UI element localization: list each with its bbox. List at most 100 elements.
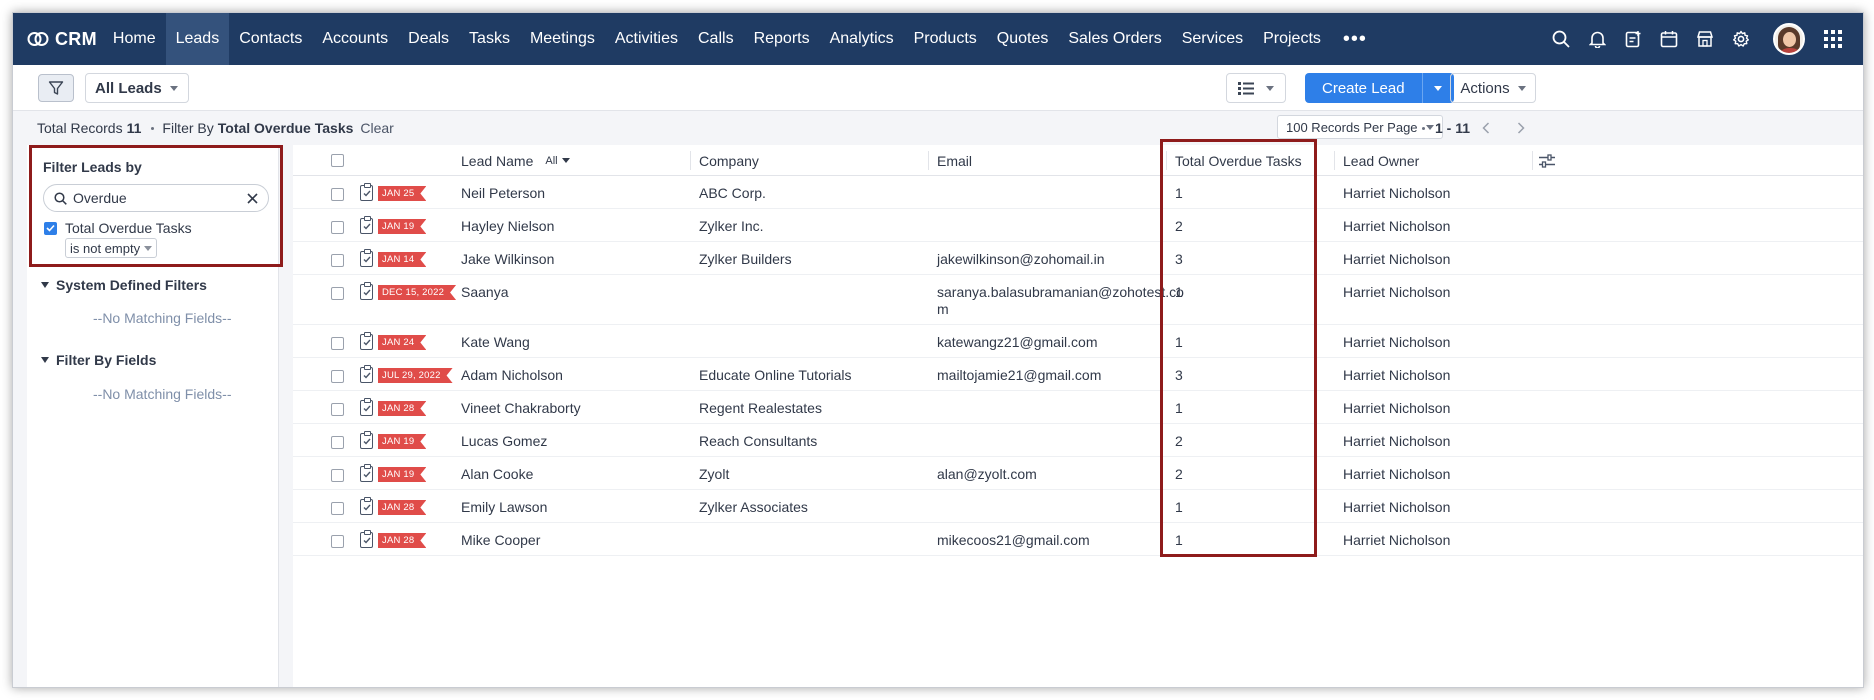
row-checkbox[interactable] bbox=[331, 436, 344, 449]
email-cell[interactable]: saranya.balasubramanian@zohotest.co m bbox=[937, 284, 1184, 318]
nav-item-leads[interactable]: Leads bbox=[165, 13, 230, 65]
task-icon[interactable] bbox=[360, 530, 373, 548]
table-row[interactable]: JAN 24 Kate Wang katewangz21@gmail.com 1 Har… bbox=[293, 325, 1863, 358]
lead-name-link[interactable]: Hayley Nielson bbox=[461, 218, 554, 235]
table-row[interactable]: JAN 28 Emily Lawson Zylker Associates 1 Harr… bbox=[293, 490, 1863, 523]
clear-filter-link[interactable]: Clear bbox=[360, 120, 393, 136]
row-checkbox[interactable] bbox=[331, 287, 344, 300]
crm-logo[interactable]: CRM bbox=[13, 13, 103, 65]
task-icon[interactable] bbox=[360, 183, 373, 201]
view-select[interactable]: All Leads bbox=[85, 73, 189, 103]
create-lead-button[interactable]: Create Lead bbox=[1305, 73, 1422, 103]
task-icon[interactable] bbox=[360, 398, 373, 416]
lead-name-link[interactable]: Adam Nicholson bbox=[461, 367, 563, 384]
table-row[interactable]: JAN 19 Hayley Nielson Zylker Inc. 2 Harriet … bbox=[293, 209, 1863, 242]
row-checkbox[interactable] bbox=[331, 469, 344, 482]
email-cell[interactable]: mikecoos21@gmail.com bbox=[937, 532, 1169, 549]
filter-toggle-button[interactable] bbox=[38, 74, 74, 102]
task-icon[interactable] bbox=[360, 365, 373, 383]
nav-more-button[interactable]: ••• bbox=[1331, 13, 1379, 65]
table-row[interactable]: JAN 25 Neil Peterson ABC Corp. 1 Harriet Nic… bbox=[293, 176, 1863, 209]
row-checkbox[interactable] bbox=[331, 370, 344, 383]
lead-name-link[interactable]: Saanya bbox=[461, 284, 508, 301]
select-all-checkbox[interactable] bbox=[331, 145, 344, 176]
previous-page-button[interactable] bbox=[1482, 111, 1490, 145]
lead-name-link[interactable]: Alan Cooke bbox=[461, 466, 533, 483]
task-icon[interactable] bbox=[360, 249, 373, 267]
create-lead-dropdown[interactable] bbox=[1421, 73, 1454, 103]
column-email[interactable]: Email bbox=[937, 145, 972, 176]
nav-item-tasks[interactable]: Tasks bbox=[459, 13, 520, 65]
search-icon[interactable] bbox=[1543, 21, 1579, 57]
apps-grid-icon[interactable] bbox=[1815, 21, 1851, 57]
list-view-toggle[interactable] bbox=[1226, 73, 1286, 103]
email-cell[interactable]: alan@zyolt.com bbox=[937, 466, 1169, 483]
lead-name-link[interactable]: Neil Peterson bbox=[461, 185, 545, 202]
nav-item-contacts[interactable]: Contacts bbox=[229, 13, 312, 65]
nav-item-meetings[interactable]: Meetings bbox=[520, 13, 605, 65]
table-row[interactable]: JAN 28 Mike Cooper mikecoos21@gmail.com 1 Ha… bbox=[293, 523, 1863, 556]
table-row[interactable]: DEC 15, 2022 Saanya saranya.balasubramania… bbox=[293, 275, 1863, 325]
condition-select[interactable]: is not empty bbox=[65, 238, 158, 258]
nav-item-home[interactable]: Home bbox=[103, 13, 166, 65]
task-icon[interactable] bbox=[360, 497, 373, 515]
add-record-icon[interactable] bbox=[1615, 21, 1651, 57]
bell-icon[interactable] bbox=[1579, 21, 1615, 57]
row-checkbox[interactable] bbox=[331, 502, 344, 515]
records-per-page-select[interactable]: 100 Records Per Page bbox=[1277, 115, 1443, 139]
nav-item-services[interactable]: Services bbox=[1172, 13, 1253, 65]
nav-item-activities[interactable]: Activities bbox=[605, 13, 688, 65]
email-cell[interactable]: mailtojamie21@gmail.com bbox=[937, 367, 1169, 384]
row-checkbox[interactable] bbox=[331, 254, 344, 267]
overdue-filter-checkbox-row[interactable]: Total Overdue Tasks bbox=[44, 220, 192, 236]
marketplace-icon[interactable] bbox=[1687, 21, 1723, 57]
lead-name-all-dropdown[interactable]: All bbox=[545, 155, 570, 167]
gear-icon[interactable] bbox=[1723, 21, 1759, 57]
column-lead-owner[interactable]: Lead Owner bbox=[1343, 145, 1419, 176]
row-checkbox[interactable] bbox=[331, 337, 344, 350]
lead-name-link[interactable]: Vineet Chakraborty bbox=[461, 400, 581, 417]
system-defined-filters-toggle[interactable]: System Defined Filters bbox=[41, 277, 207, 293]
task-icon[interactable] bbox=[360, 464, 373, 482]
nav-item-accounts[interactable]: Accounts bbox=[312, 13, 398, 65]
nav-item-calls[interactable]: Calls bbox=[688, 13, 744, 65]
avatar[interactable] bbox=[1773, 23, 1805, 55]
filter-search-input[interactable]: Overdue bbox=[43, 184, 269, 212]
row-checkbox[interactable] bbox=[331, 188, 344, 201]
filter-by-fields-toggle[interactable]: Filter By Fields bbox=[41, 352, 156, 368]
calendar-icon[interactable] bbox=[1651, 21, 1687, 57]
column-settings-button[interactable] bbox=[1539, 145, 1555, 176]
row-checkbox[interactable] bbox=[331, 535, 344, 548]
lead-name-link[interactable]: Lucas Gomez bbox=[461, 433, 547, 450]
actions-button[interactable]: Actions bbox=[1450, 73, 1536, 103]
task-icon[interactable] bbox=[360, 332, 373, 350]
row-checkbox[interactable] bbox=[331, 221, 344, 234]
table-row[interactable]: JAN 19 Alan Cooke Zyolt alan@zyolt.com 2 Harr… bbox=[293, 457, 1863, 490]
lead-name-link[interactable]: Kate Wang bbox=[461, 334, 530, 351]
nav-item-analytics[interactable]: Analytics bbox=[820, 13, 904, 65]
nav-item-reports[interactable]: Reports bbox=[744, 13, 820, 65]
nav-item-products[interactable]: Products bbox=[904, 13, 987, 65]
email-cell[interactable]: jakewilkinson@zohomail.in bbox=[937, 251, 1169, 268]
task-icon[interactable] bbox=[360, 431, 373, 449]
lead-name-link[interactable]: Mike Cooper bbox=[461, 532, 540, 549]
task-icon[interactable] bbox=[360, 282, 373, 300]
close-icon[interactable] bbox=[247, 192, 258, 204]
column-total-overdue-tasks[interactable]: Total Overdue Tasks bbox=[1175, 145, 1302, 176]
nav-item-sales-orders[interactable]: Sales Orders bbox=[1058, 13, 1171, 65]
overdue-filter-checkbox[interactable] bbox=[44, 221, 57, 235]
row-checkbox[interactable] bbox=[331, 403, 344, 416]
table-row[interactable]: JAN 19 Lucas Gomez Reach Consultants 2 Harri… bbox=[293, 424, 1863, 457]
task-icon[interactable] bbox=[360, 216, 373, 234]
email-cell[interactable]: katewangz21@gmail.com bbox=[937, 334, 1169, 351]
nav-item-deals[interactable]: Deals bbox=[398, 13, 459, 65]
table-row[interactable]: JAN 14 Jake Wilkinson Zylker Builders jakew… bbox=[293, 242, 1863, 275]
table-row[interactable]: JAN 28 Vineet Chakraborty Regent Realestat… bbox=[293, 391, 1863, 424]
next-page-button[interactable] bbox=[1517, 111, 1525, 145]
column-company[interactable]: Company bbox=[699, 145, 759, 176]
lead-name-link[interactable]: Emily Lawson bbox=[461, 499, 547, 516]
table-row[interactable]: JUL 29, 2022 Adam Nicholson Educate Online… bbox=[293, 358, 1863, 391]
lead-name-link[interactable]: Jake Wilkinson bbox=[461, 251, 554, 268]
nav-item-quotes[interactable]: Quotes bbox=[987, 13, 1059, 65]
column-lead-name[interactable]: Lead Name All bbox=[461, 145, 570, 176]
